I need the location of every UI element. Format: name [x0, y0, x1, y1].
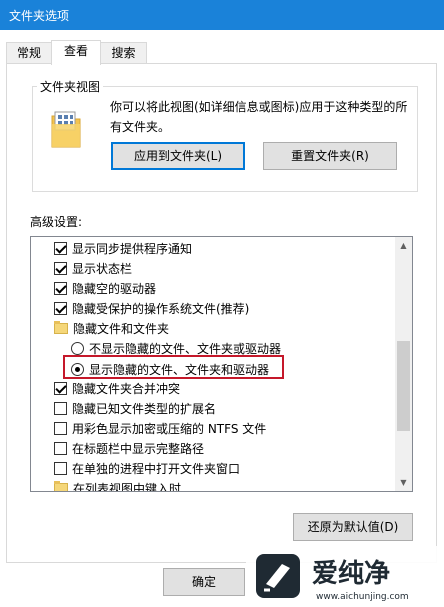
- list-item-group: 在列表视图中键入时: [54, 478, 182, 492]
- list-item-label: 在标题栏中显示完整路径: [72, 441, 205, 456]
- checkbox[interactable]: [54, 381, 67, 395]
- list-item-label: 在列表视图中键入时: [73, 481, 182, 492]
- title-bar[interactable]: 文件夹选项: [0, 0, 444, 30]
- list-item-label: 显示同步提供程序通知: [72, 241, 193, 256]
- checkbox[interactable]: [54, 261, 67, 275]
- radio-button[interactable]: [71, 341, 84, 355]
- list-item[interactable]: 隐藏文件夹合并冲突: [54, 378, 180, 398]
- checkbox[interactable]: [54, 281, 67, 295]
- highlight-annotation-box: [63, 355, 284, 379]
- list-item-label: 隐藏空的驱动器: [72, 281, 157, 296]
- reset-folders-button[interactable]: 重置文件夹(R): [263, 142, 397, 170]
- scroll-down-icon[interactable]: ▼: [395, 474, 412, 491]
- list-item-label: 用彩色显示加密或压缩的 NTFS 文件: [72, 421, 267, 436]
- watermark-brand: 爱纯净: [312, 558, 390, 589]
- advanced-settings-label: 高级设置:: [30, 215, 83, 229]
- watermark-logo: 爱纯净 www.aichunjing.com: [246, 546, 444, 607]
- list-item[interactable]: 在标题栏中显示完整路径: [54, 438, 204, 458]
- checkbox[interactable]: [54, 421, 67, 435]
- checkbox[interactable]: [54, 401, 67, 415]
- tab-search[interactable]: 搜索: [100, 42, 147, 64]
- folder-view-icon: [51, 111, 81, 148]
- list-item-label: 显示状态栏: [72, 261, 133, 276]
- window-title: 文件夹选项: [9, 9, 70, 23]
- list-item-label: 隐藏文件和文件夹: [73, 321, 170, 336]
- list-item[interactable]: 用彩色显示加密或压缩的 NTFS 文件: [54, 418, 266, 438]
- list-item-label: 隐藏已知文件类型的扩展名: [72, 401, 217, 416]
- vertical-scrollbar[interactable]: ▲ ▼: [395, 237, 412, 491]
- checkbox[interactable]: [54, 461, 67, 475]
- watermark-url: www.aichunjing.com: [316, 592, 409, 602]
- list-item-label: 不显示隐藏的文件、文件夹或驱动器: [89, 341, 282, 356]
- checkbox[interactable]: [54, 441, 67, 455]
- restore-defaults-button[interactable]: 还原为默认值(D): [293, 513, 413, 541]
- ok-button[interactable]: 确定: [163, 568, 245, 596]
- folder-views-description: 你可以将此视图(如详细信息或图标)应用于这种类型的所有文件夹。: [110, 100, 408, 134]
- tab-view[interactable]: 查看: [51, 40, 101, 65]
- list-item[interactable]: 隐藏空的驱动器: [54, 278, 156, 298]
- list-item[interactable]: 显示状态栏: [54, 258, 132, 278]
- list-item-label: 隐藏受保护的操作系统文件(推荐): [72, 301, 250, 316]
- folder-views-legend: 文件夹视图: [37, 78, 104, 95]
- list-item[interactable]: 隐藏已知文件类型的扩展名: [54, 398, 216, 418]
- list-item[interactable]: 隐藏受保护的操作系统文件(推荐): [54, 298, 249, 318]
- tab-general[interactable]: 常规: [6, 42, 52, 64]
- folder-icon: [54, 320, 68, 334]
- list-item-label: 隐藏文件夹合并冲突: [72, 381, 181, 396]
- list-item[interactable]: 在单独的进程中打开文件夹窗口: [54, 458, 240, 478]
- scrollbar-thumb[interactable]: [397, 341, 410, 431]
- list-item-label: 在单独的进程中打开文件夹窗口: [72, 461, 241, 476]
- list-item-group: 隐藏文件和文件夹: [54, 318, 169, 338]
- apply-to-folders-button[interactable]: 应用到文件夹(L): [111, 142, 245, 170]
- list-item[interactable]: 显示同步提供程序通知: [54, 238, 192, 258]
- checkbox[interactable]: [54, 301, 67, 315]
- scroll-up-icon[interactable]: ▲: [395, 237, 412, 254]
- folder-icon: [54, 480, 68, 491]
- checkbox[interactable]: [54, 241, 67, 255]
